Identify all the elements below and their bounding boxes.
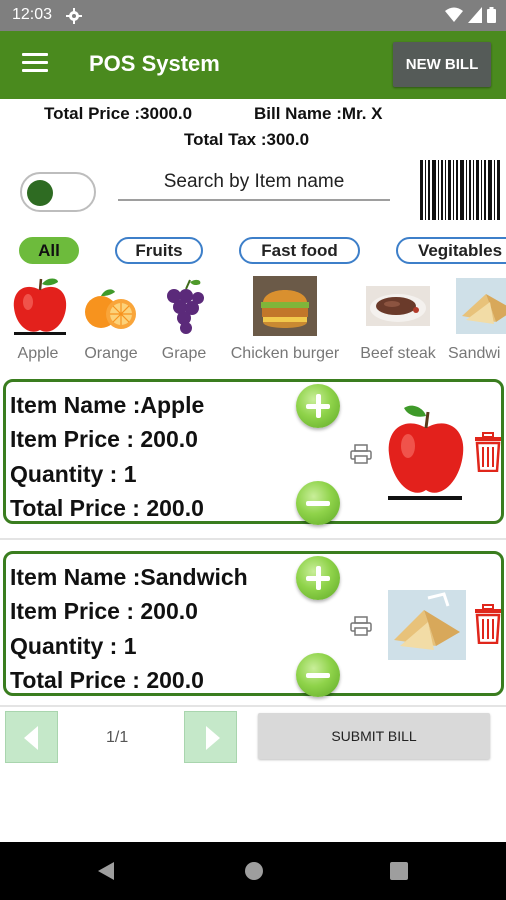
settings-gear-icon	[66, 8, 82, 24]
bill-name: Bill Name :Mr. X	[254, 104, 383, 123]
sandwich-image	[456, 278, 506, 334]
sandwich-image	[388, 590, 466, 660]
menu-icon[interactable]	[22, 53, 48, 75]
item-quantity: Quantity : 1	[10, 461, 137, 487]
toggle-knob	[27, 180, 53, 206]
printer-icon[interactable]	[350, 444, 372, 464]
product-beef-steak[interactable]: Beef steak	[354, 276, 442, 363]
battery-icon	[487, 7, 496, 23]
apple-image	[388, 405, 464, 500]
product-grape[interactable]: Grape	[152, 276, 216, 363]
beef-steak-image	[366, 286, 430, 326]
wifi-icon	[445, 7, 463, 22]
printer-icon[interactable]	[350, 616, 372, 636]
back-icon[interactable]	[96, 861, 116, 881]
divider	[0, 538, 506, 540]
app-bar: POS System NEW BILL	[0, 31, 506, 99]
product-sandwich[interactable]: Sandwi	[448, 276, 506, 363]
total-tax: Total Tax :300.0	[184, 130, 310, 149]
grape-icon	[167, 279, 204, 334]
product-apple[interactable]: Apple	[8, 276, 68, 363]
recents-icon[interactable]	[390, 862, 408, 880]
category-fast-food[interactable]: Fast food	[239, 237, 360, 264]
status-time: 12:03	[12, 6, 53, 23]
increase-quantity-button[interactable]	[296, 556, 340, 600]
cart-item-card: Item Name :Apple Item Price : 200.0 Quan…	[3, 379, 504, 525]
item-total-price: Total Price : 200.0	[10, 495, 204, 521]
chevron-left-icon	[24, 726, 38, 750]
category-fruits[interactable]: Fruits	[115, 237, 203, 264]
chicken-burger-image	[253, 276, 317, 336]
home-icon[interactable]	[244, 861, 264, 881]
divider	[0, 705, 506, 707]
previous-page-button[interactable]	[5, 711, 58, 763]
product-label: Chicken burger	[230, 345, 340, 362]
cart-item-card: Item Name :Sandwich Item Price : 200.0 Q…	[3, 551, 504, 697]
category-vegetables[interactable]: Vegitables	[396, 237, 506, 264]
app-title: POS System	[89, 51, 220, 76]
submit-bill-button[interactable]: SUBMIT BILL	[258, 713, 490, 759]
item-price: Item Price : 200.0	[10, 598, 198, 624]
orange-icon	[85, 289, 136, 329]
decrease-quantity-button[interactable]	[296, 481, 340, 525]
item-price: Item Price : 200.0	[10, 426, 198, 452]
delete-icon[interactable]	[474, 604, 502, 644]
item-name: Item Name :Apple	[10, 392, 205, 418]
apple-icon	[13, 278, 67, 335]
delete-icon[interactable]	[474, 432, 502, 472]
system-nav-bar	[0, 842, 506, 900]
decrease-quantity-button[interactable]	[296, 653, 340, 697]
signal-icon	[468, 7, 482, 23]
product-chicken-burger[interactable]: Chicken burger	[226, 276, 344, 363]
item-name: Item Name :Sandwich	[10, 564, 248, 590]
product-label: Beef steak	[360, 345, 436, 362]
item-total-price: Total Price : 200.0	[10, 667, 204, 693]
chevron-right-icon	[206, 726, 220, 750]
page-indicator: 1/1	[106, 729, 129, 746]
mode-toggle[interactable]	[20, 172, 96, 212]
new-bill-button[interactable]: NEW BILL	[393, 42, 491, 87]
barcode-scan-icon[interactable]	[420, 158, 500, 222]
total-price-summary: Total Price :3000.0	[44, 104, 193, 123]
increase-quantity-button[interactable]	[296, 384, 340, 428]
product-label: Orange	[84, 345, 138, 362]
category-all[interactable]: All	[19, 237, 79, 264]
product-orange[interactable]: Orange	[79, 276, 143, 363]
next-page-button[interactable]	[184, 711, 237, 763]
search-input[interactable]	[118, 165, 390, 201]
status-bar: 12:03	[0, 0, 506, 31]
product-label: Grape	[161, 345, 207, 362]
product-label: Apple	[17, 345, 59, 362]
product-label: Sandwi	[448, 345, 501, 362]
item-quantity: Quantity : 1	[10, 633, 137, 659]
